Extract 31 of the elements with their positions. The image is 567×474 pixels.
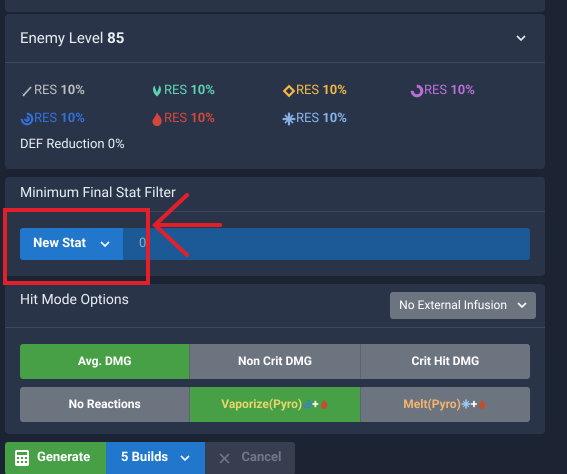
- resistance-label: RES 10%: [164, 110, 215, 128]
- mode-button[interactable]: Melt(Pyro) +: [360, 386, 530, 422]
- chevron-icon: [180, 455, 190, 461]
- resistance-label: RES 10%: [296, 82, 347, 100]
- resistance-label: RES 10%: [296, 110, 347, 128]
- wave-icon: [302, 399, 312, 409]
- def-reduction-text: DEF Reduction 0%: [19, 136, 126, 154]
- resistance-label: RES 10%: [34, 82, 85, 100]
- builds-dropdown[interactable]: 5 Builds: [106, 442, 205, 474]
- generate-button[interactable]: Generate: [5, 442, 106, 474]
- section-title: Enemy Level 85: [20, 28, 124, 49]
- chevron-icon: [100, 240, 110, 246]
- section-title: Minimum Final Stat Filter: [5, 176, 545, 212]
- stat-value-field[interactable]: New Stat 0: [20, 228, 530, 260]
- resistance-label: RES 10%: [34, 110, 85, 128]
- chevron-icon: [517, 302, 527, 308]
- calculator-icon: [15, 450, 29, 466]
- mode-button[interactable]: No Reactions: [20, 386, 190, 422]
- flame-icon: [318, 399, 329, 409]
- snowflake-icon: [460, 399, 471, 409]
- flame-icon: [477, 399, 488, 409]
- resistance-label: RES 10%: [424, 82, 475, 100]
- infusion-dropdown[interactable]: No External Infusion: [390, 292, 536, 318]
- mode-button[interactable]: Crit Hit DMG: [360, 344, 530, 378]
- section-title: Hit Mode Options: [20, 290, 129, 310]
- close-icon: [218, 452, 230, 464]
- mode-button[interactable]: Non Crit DMG: [190, 344, 361, 378]
- resistance-label: RES 10%: [164, 82, 215, 100]
- new-stat-button[interactable]: New Stat: [20, 228, 123, 260]
- mode-button[interactable]: Vaporize(Pyro) +: [190, 386, 361, 422]
- mode-button[interactable]: Avg. DMG: [20, 344, 190, 378]
